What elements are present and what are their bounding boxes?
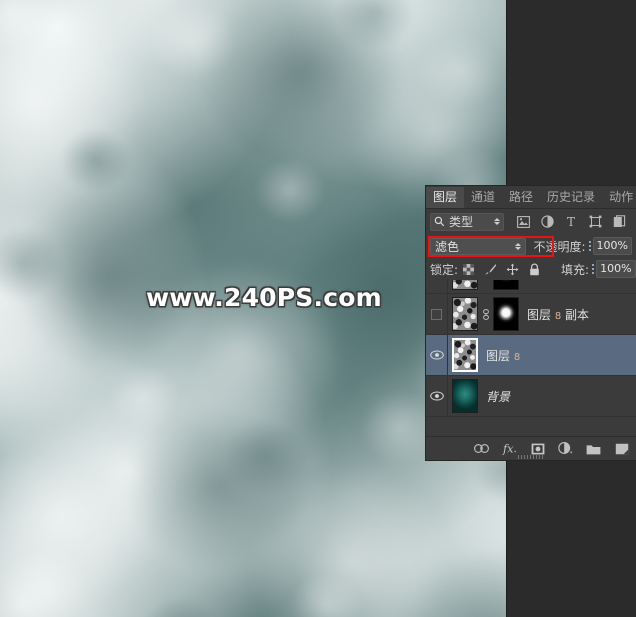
layer-filter-row[interactable]: 类型 T	[426, 209, 636, 234]
layer-thumbnails[interactable]	[448, 297, 519, 331]
layers-panel[interactable]: 图层 通道 路径 历史记录 动作 类型 T 滤色 不透明度: 100% 锁定: …	[426, 186, 636, 460]
table-row[interactable]: 图层 8 副本	[426, 294, 636, 335]
blend-mode-row[interactable]: 滤色 不透明度: 100%	[426, 234, 636, 258]
opacity-label: 不透明度:	[533, 239, 586, 254]
layer-visibility-toggle[interactable]	[426, 280, 448, 293]
tab-history[interactable]: 历史记录	[540, 187, 603, 208]
layer-visibility-toggle[interactable]	[426, 294, 448, 334]
layer-thumbnail[interactable]	[452, 338, 478, 372]
layer-mask-thumbnail[interactable]	[493, 297, 519, 331]
svg-text:T: T	[567, 215, 575, 228]
svg-text:fx: fx	[502, 443, 514, 455]
add-layer-mask-icon[interactable]	[530, 441, 545, 456]
tab-layers[interactable]: 图层	[426, 187, 465, 208]
filter-kind-value: 类型	[449, 215, 474, 229]
link-layers-icon[interactable]	[474, 441, 489, 456]
background-layer-thumbnail[interactable]	[452, 379, 478, 413]
tab-actions[interactable]: 动作	[602, 187, 636, 208]
watermark-text: www.240PS.com	[146, 283, 382, 312]
eye-icon[interactable]	[429, 391, 444, 401]
adjustment-layer-filter-icon[interactable]	[540, 215, 554, 229]
mask-link-icon[interactable]	[481, 308, 490, 320]
panel-resize-grip[interactable]	[518, 455, 544, 459]
fill-scrubber-icon[interactable]	[592, 264, 595, 274]
type-layer-filter-icon[interactable]: T	[564, 215, 578, 229]
fill-value[interactable]: 100%	[596, 260, 636, 278]
blend-mode-value: 滤色	[435, 239, 460, 254]
layer-name: 图层 8	[486, 348, 521, 363]
pixel-layer-filter-icon[interactable]	[516, 215, 530, 229]
fill-label: 填充:	[561, 262, 590, 277]
table-row-selected[interactable]: 图层 8	[426, 335, 636, 376]
lock-icon-group[interactable]	[462, 263, 541, 276]
new-adjustment-layer-icon[interactable]	[558, 441, 573, 456]
eye-off-icon[interactable]	[431, 308, 442, 320]
search-icon	[434, 216, 445, 227]
blend-mode-dropdown[interactable]: 滤色	[430, 237, 526, 255]
filter-icon-group[interactable]: T	[516, 215, 626, 229]
layer-mask-thumbnail[interactable]	[493, 280, 519, 290]
layer-list[interactable]: 图层 8 副本 2 图	[426, 280, 636, 417]
shape-layer-filter-icon[interactable]	[588, 215, 602, 229]
photoshop-screenshot: www.240PS.com 图层 通道 路径 历史记录 动作 类型 T 滤色 不…	[0, 0, 636, 617]
opacity-value[interactable]: 100%	[592, 237, 632, 255]
layer-thumbnails[interactable]	[448, 280, 519, 290]
image-lock-icon[interactable]	[484, 263, 497, 276]
chevron-updown-icon[interactable]	[514, 242, 521, 250]
lock-row[interactable]: 锁定: 填充: 100%	[426, 258, 636, 280]
eye-icon[interactable]	[429, 350, 444, 360]
table-row[interactable]: 背景	[426, 376, 636, 417]
new-group-icon[interactable]	[586, 441, 601, 456]
position-lock-icon[interactable]	[506, 263, 519, 276]
layers-panel-bottom-bar[interactable]: fx	[426, 436, 636, 460]
panel-tab-strip[interactable]: 图层 通道 路径 历史记录 动作	[426, 186, 636, 209]
filter-kind-dropdown[interactable]: 类型	[430, 212, 504, 231]
layer-name: 图层 8 副本	[527, 307, 590, 322]
tab-channels[interactable]: 通道	[464, 187, 503, 208]
smart-object-filter-icon[interactable]	[612, 215, 626, 229]
tab-paths[interactable]: 路径	[502, 187, 541, 208]
layer-name: 图层 8 副本 2	[527, 280, 601, 282]
table-row[interactable]: 图层 8 副本 2	[426, 280, 636, 294]
new-layer-icon[interactable]	[614, 441, 629, 456]
all-lock-icon[interactable]	[528, 263, 541, 276]
opacity-scrubber-icon[interactable]	[588, 241, 591, 251]
transparency-lock-icon[interactable]	[462, 263, 475, 276]
layer-thumbnails[interactable]	[448, 379, 478, 413]
layer-visibility-toggle[interactable]	[426, 376, 448, 416]
layer-visibility-toggle[interactable]	[426, 335, 448, 375]
layer-thumbnail[interactable]	[452, 280, 478, 290]
lock-label: 锁定:	[430, 262, 459, 277]
layer-name: 背景	[486, 389, 511, 404]
layer-style-fx-icon[interactable]: fx	[502, 441, 517, 456]
chevron-updown-icon[interactable]	[494, 218, 500, 225]
layer-thumbnails[interactable]	[448, 338, 478, 372]
layer-thumbnail[interactable]	[452, 297, 478, 331]
